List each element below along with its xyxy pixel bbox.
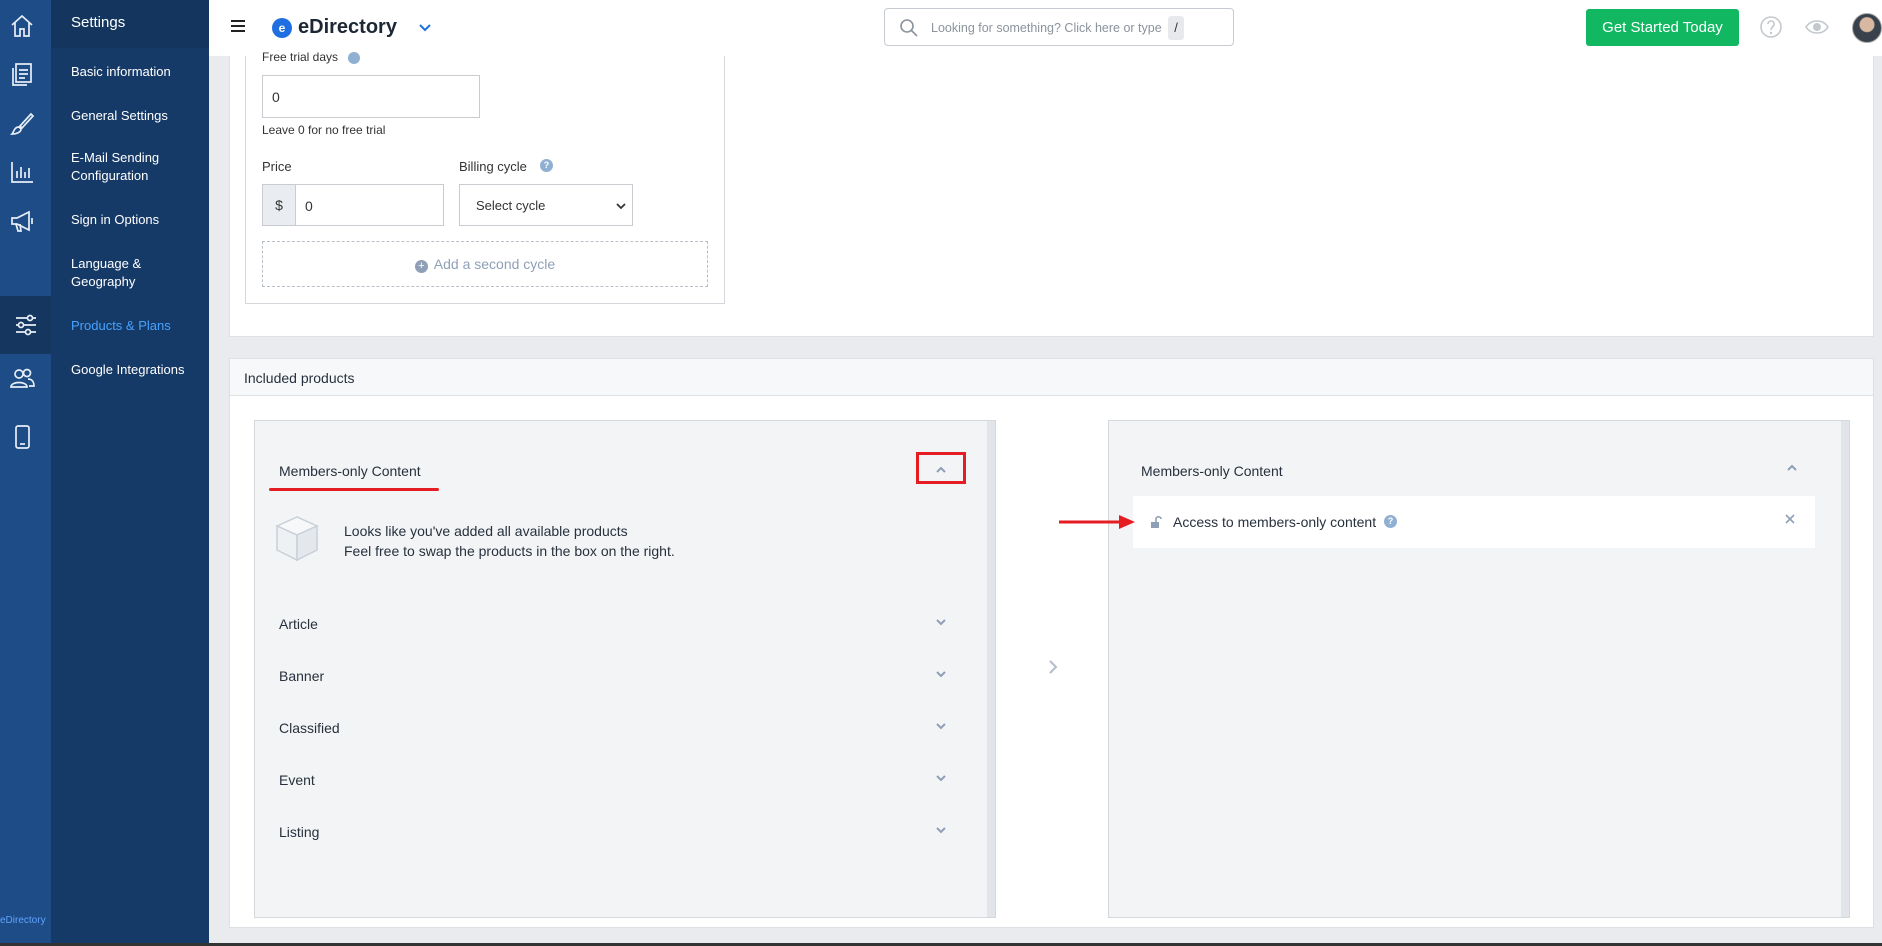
search-input[interactable]: Looking for something? Click here or typ… [884, 8, 1234, 46]
brush-icon[interactable] [4, 106, 40, 142]
rail-brand: eDirectory [0, 915, 46, 926]
plan-pricing-card: Free trial days 0 Leave 0 for no free tr… [229, 50, 1874, 337]
product-item-row[interactable]: Access to members-only content ? [1133, 496, 1815, 548]
included-products-panel: Members-only Content Access to members-o… [1108, 420, 1850, 918]
add-cycle-label: Add a second cycle [433, 256, 556, 272]
empty-state-subtitle: Feel free to swap the products in the bo… [344, 543, 675, 559]
annotation-underline [269, 488, 439, 491]
empty-box-icon [275, 516, 319, 562]
icon-rail: eDirectory [0, 0, 51, 946]
chevron-up-icon[interactable] [1785, 461, 1799, 475]
price-label: Price [262, 159, 292, 174]
included-products-card: Included products Members-only Content L… [229, 358, 1874, 928]
currency-addon: $ [262, 184, 296, 226]
menu-item-basic-information[interactable]: Basic information [71, 63, 203, 81]
chevron-right-icon[interactable] [1046, 657, 1060, 677]
annotation-arrow-icon [1059, 515, 1135, 529]
plus-icon: + [414, 260, 428, 273]
chevron-down-icon[interactable] [934, 667, 948, 681]
documents-icon[interactable] [4, 56, 40, 92]
logo-text[interactable]: eDirectory [298, 16, 397, 39]
chevron-down-icon[interactable] [934, 719, 948, 733]
menu-item-products-plans[interactable]: Products & Plans [71, 317, 203, 335]
help-icon[interactable]: ? [540, 159, 553, 172]
chevron-down-icon[interactable] [417, 20, 433, 36]
settings-menu-title: Settings [51, 0, 209, 48]
category-classified[interactable]: Classified [279, 720, 340, 736]
chevron-down-icon[interactable] [934, 615, 948, 629]
chevron-up-icon[interactable] [934, 463, 948, 477]
empty-state-title: Looks like you've added all available pr… [344, 523, 628, 539]
chart-icon[interactable] [4, 154, 40, 190]
mobile-icon[interactable] [4, 419, 40, 455]
home-icon[interactable] [4, 8, 40, 44]
settings-sliders-icon[interactable] [0, 296, 51, 354]
menu-item-email-sending[interactable]: E-Mail Sending Configuration [71, 149, 203, 185]
top-bar: e eDirectory Looking for something? Clic… [209, 0, 1882, 56]
category-article[interactable]: Article [279, 616, 318, 632]
help-icon[interactable] [1758, 14, 1784, 40]
product-item-label: Access to members-only content [1173, 514, 1377, 530]
available-products-panel: Members-only Content Looks like you've a… [254, 420, 996, 918]
billing-cycle-selected: Select cycle [476, 198, 546, 213]
users-icon[interactable] [4, 360, 40, 396]
search-placeholder: Looking for something? Click here or typ… [931, 21, 1162, 35]
settings-menu: Settings Basic information General Setti… [51, 0, 209, 946]
hamburger-menu-icon[interactable] [231, 20, 245, 32]
right-section-title[interactable]: Members-only Content [1141, 463, 1283, 479]
chevron-down-icon[interactable] [934, 823, 948, 837]
left-section-title[interactable]: Members-only Content [279, 463, 421, 479]
pricing-subcard: Free trial days 0 Leave 0 for no free tr… [245, 50, 725, 304]
help-icon[interactable]: ? [1384, 515, 1397, 528]
unlock-icon [1151, 515, 1162, 528]
category-listing[interactable]: Listing [279, 824, 319, 840]
free-trial-hint: Leave 0 for no free trial [262, 123, 386, 137]
user-avatar[interactable] [1852, 13, 1882, 43]
chevron-down-icon [616, 203, 626, 210]
preview-eye-icon[interactable] [1804, 14, 1830, 40]
search-shortcut-key: / [1168, 16, 1184, 40]
right-panel-scrollbar[interactable] [1841, 421, 1849, 917]
search-icon [900, 19, 918, 37]
free-trial-label: Free trial days [262, 50, 339, 64]
logo-icon[interactable]: e [272, 18, 292, 38]
menu-item-language-geography[interactable]: Language & Geography [71, 255, 161, 291]
get-started-button[interactable]: Get Started Today [1586, 9, 1739, 46]
category-event[interactable]: Event [279, 772, 315, 788]
add-second-cycle-button[interactable]: + Add a second cycle [262, 241, 708, 287]
help-icon[interactable] [348, 52, 360, 64]
menu-item-google-integrations[interactable]: Google Integrations [71, 361, 203, 379]
included-products-header: Included products [230, 359, 1873, 396]
close-icon[interactable] [1783, 512, 1797, 526]
megaphone-icon[interactable] [4, 203, 40, 239]
category-banner[interactable]: Banner [279, 668, 324, 684]
chevron-down-icon[interactable] [934, 771, 948, 785]
billing-cycle-label: Billing cycle [459, 159, 527, 174]
left-panel-scrollbar[interactable] [987, 421, 995, 917]
free-trial-days-input[interactable]: 0 [262, 75, 480, 118]
price-input[interactable]: 0 [295, 184, 444, 226]
billing-cycle-select[interactable]: Select cycle [459, 184, 633, 226]
menu-item-sign-in-options[interactable]: Sign in Options [71, 211, 203, 229]
menu-item-general-settings[interactable]: General Settings [71, 107, 203, 125]
